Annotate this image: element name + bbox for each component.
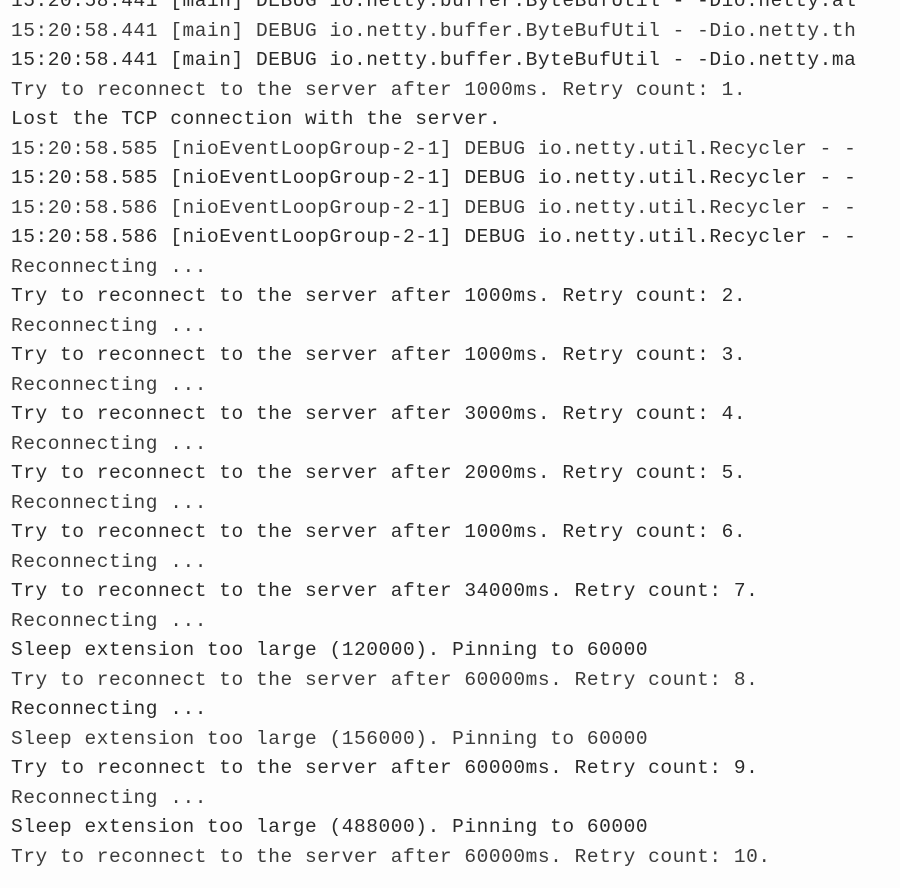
log-line: Reconnecting ...: [11, 698, 208, 720]
log-line: Try to reconnect to the server after 100…: [11, 344, 747, 366]
console-log-output[interactable]: 15:20:58.441 [main] DEBUG io.netty.buffe…: [0, 0, 900, 888]
log-line: Try to reconnect to the server after 300…: [11, 403, 747, 425]
log-line: Lost the TCP connection with the server.: [11, 108, 502, 130]
log-line: Reconnecting ...: [11, 786, 208, 809]
log-line: 15:20:58.585 [nioEventLoopGroup-2-1] DEB…: [11, 167, 857, 189]
log-line: Sleep extension too large (156000). Pinn…: [11, 727, 649, 750]
log-line: Reconnecting ...: [11, 491, 208, 514]
log-line: Try to reconnect to the server after 600…: [11, 757, 759, 779]
log-line: 15:20:58.441 [main] DEBUG io.netty.buffe…: [11, 0, 857, 12]
log-line: Try to reconnect to the server after 340…: [11, 580, 759, 602]
log-line: Reconnecting ...: [11, 609, 208, 632]
log-line: Try to reconnect to the server after 600…: [11, 845, 771, 868]
log-line: Try to reconnect to the server after 100…: [11, 78, 747, 101]
log-line: 15:20:58.585 [nioEventLoopGroup-2-1] DEB…: [11, 137, 857, 160]
log-line: 15:20:58.586 [nioEventLoopGroup-2-1] DEB…: [11, 226, 857, 248]
log-line: Reconnecting ...: [11, 432, 208, 455]
log-line: Reconnecting ...: [11, 550, 208, 573]
log-line: 15:20:58.441 [main] DEBUG io.netty.buffe…: [11, 49, 857, 71]
log-line: Reconnecting ...: [11, 255, 208, 278]
log-line: Try to reconnect to the server after 100…: [11, 285, 747, 307]
log-line: 15:20:58.586 [nioEventLoopGroup-2-1] DEB…: [11, 196, 857, 219]
log-line: Reconnecting ...: [11, 373, 208, 396]
log-line: Try to reconnect to the server after 200…: [11, 462, 747, 484]
log-line: 15:20:58.441 [main] DEBUG io.netty.buffe…: [11, 19, 857, 42]
log-line: Reconnecting ...: [11, 314, 208, 337]
log-line: Try to reconnect to the server after 100…: [11, 521, 747, 543]
log-line: Sleep extension too large (120000). Pinn…: [11, 639, 649, 661]
log-line: Try to reconnect to the server after 600…: [11, 668, 759, 691]
log-line: Sleep extension too large (488000). Pinn…: [11, 816, 649, 838]
